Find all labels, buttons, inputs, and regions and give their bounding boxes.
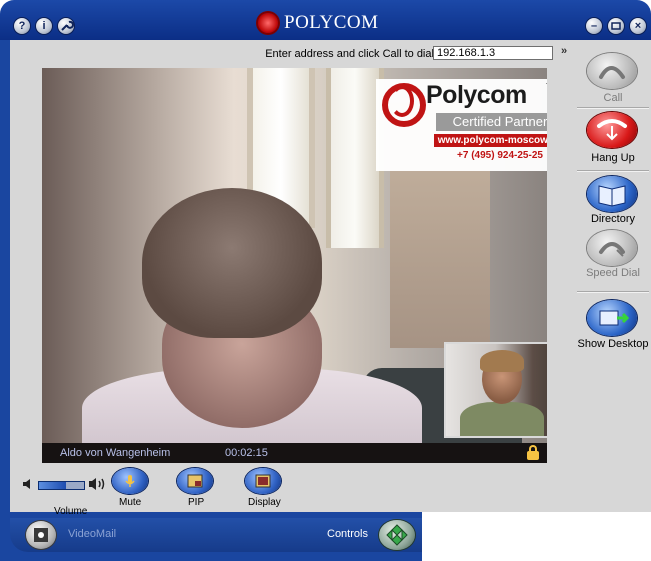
polycom-certified-badge: Polycom TM Certified Partner www.polycom… bbox=[376, 79, 547, 171]
call-button[interactable] bbox=[587, 53, 637, 89]
sidebar-divider bbox=[577, 291, 649, 293]
title-bar: ? i POLYCOM – × bbox=[0, 0, 651, 40]
polycom-window: ? i POLYCOM – × Enter address and click … bbox=[0, 0, 651, 561]
microphone-icon bbox=[125, 475, 135, 487]
far-end-video: Polycom TM Certified Partner www.polycom… bbox=[42, 68, 547, 463]
videomail-label: VideoMail bbox=[68, 528, 117, 540]
hang-up-icon bbox=[597, 119, 627, 141]
volume-slider[interactable] bbox=[38, 481, 85, 490]
pip-person-hair bbox=[480, 350, 524, 372]
speed-dial-icon bbox=[599, 242, 625, 257]
display-label: Display bbox=[248, 497, 281, 508]
show-desktop-button[interactable] bbox=[587, 300, 637, 336]
settings-wrench-icon[interactable] bbox=[58, 18, 74, 34]
lock-icon bbox=[527, 445, 539, 460]
restore-button[interactable] bbox=[608, 18, 624, 34]
sidebar: Call Hang Up Directory Speed Dial Show D… bbox=[575, 40, 651, 512]
controls-dpad-icon bbox=[386, 524, 408, 546]
directory-button[interactable] bbox=[587, 176, 637, 212]
hang-up-label: Hang Up bbox=[591, 152, 635, 164]
hang-up-button[interactable] bbox=[587, 112, 637, 148]
badge-url: www.polycom-moscow.ru bbox=[434, 134, 547, 147]
call-label: Call bbox=[603, 92, 623, 104]
polycom-logo-icon bbox=[258, 13, 278, 33]
pip-self-view[interactable] bbox=[444, 342, 547, 438]
pip-icon bbox=[187, 474, 203, 488]
book-icon bbox=[598, 185, 626, 207]
pip-label: PIP bbox=[188, 497, 205, 508]
badge-phone: +7 (495) 924-25-25 bbox=[457, 150, 543, 161]
speaker-high-icon bbox=[89, 478, 105, 490]
brand-name: POLYCOM bbox=[284, 12, 379, 33]
person-hair bbox=[142, 188, 322, 338]
speed-dial-label: Speed Dial bbox=[586, 267, 640, 279]
badge-brand: Polycom bbox=[426, 81, 527, 109]
pip-button[interactable] bbox=[177, 468, 213, 494]
polycom-badge-logo-inner bbox=[390, 85, 414, 117]
info-icon[interactable]: i bbox=[36, 18, 52, 34]
display-icon bbox=[255, 474, 271, 488]
volume-label: Volume bbox=[54, 506, 88, 517]
call-status-bar: Aldo von Wangenheim 00:02:15 bbox=[42, 443, 547, 463]
show-desktop-icon bbox=[599, 310, 630, 326]
main-panel: Enter address and click Call to dial: » bbox=[10, 40, 575, 517]
desktop-background bbox=[422, 512, 651, 561]
call-duration: 00:02:15 bbox=[225, 447, 268, 459]
pip-person-body bbox=[460, 402, 544, 436]
videomail-icon bbox=[34, 528, 48, 542]
volume-control[interactable]: Volume bbox=[22, 476, 112, 517]
show-desktop-label: Show Desktop bbox=[577, 338, 649, 350]
sidebar-divider bbox=[577, 107, 649, 109]
phone-icon bbox=[599, 66, 625, 79]
expand-chevron-icon[interactable]: » bbox=[561, 45, 567, 57]
badge-trademark: TM bbox=[546, 83, 547, 90]
address-input[interactable] bbox=[433, 46, 553, 60]
bottom-bar: VideoMail Controls bbox=[10, 518, 422, 552]
speaker-low-icon bbox=[23, 479, 30, 489]
display-button[interactable] bbox=[245, 468, 281, 494]
help-icon[interactable]: ? bbox=[14, 18, 30, 34]
window-body: Enter address and click Call to dial: » bbox=[0, 40, 651, 561]
caller-name: Aldo von Wangenheim bbox=[60, 447, 171, 459]
directory-label: Directory bbox=[590, 213, 635, 225]
controls-button[interactable] bbox=[379, 520, 415, 550]
controls-label: Controls bbox=[327, 528, 368, 540]
polycom-logo: POLYCOM bbox=[258, 12, 379, 34]
mute-label: Mute bbox=[119, 497, 142, 508]
videomail-button[interactable] bbox=[26, 521, 56, 549]
sidebar-divider bbox=[577, 170, 649, 172]
badge-certified-text: Certified Partner bbox=[436, 113, 547, 131]
minimize-button[interactable]: – bbox=[586, 18, 602, 34]
call-controls: Volume Mute PIP Display bbox=[10, 466, 575, 517]
speed-dial-button[interactable] bbox=[587, 230, 637, 266]
close-button[interactable]: × bbox=[630, 18, 646, 34]
dial-bar: Enter address and click Call to dial: » bbox=[10, 43, 575, 65]
dial-prompt: Enter address and click Call to dial: bbox=[265, 48, 437, 60]
mute-button[interactable] bbox=[112, 468, 148, 494]
